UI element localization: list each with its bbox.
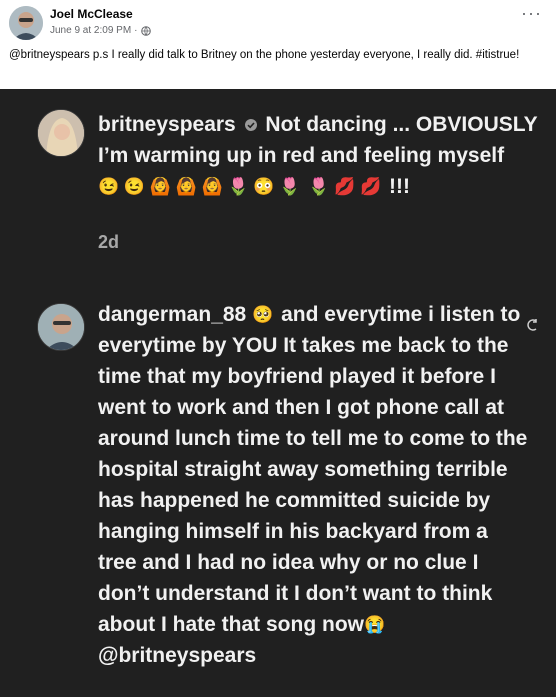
post-image[interactable]: britneyspears Not dancing ... OBVIOUSLY … — [0, 89, 556, 697]
dangerman-avatar — [37, 303, 85, 351]
author-name[interactable]: Joel McClease — [50, 7, 133, 21]
emoji-row-1: 😉 😉 🙆 🙆 🙆 🌷 😳 🌷 — [98, 177, 301, 196]
post-meta: June 9 at 2:09 PM · — [50, 25, 151, 36]
globe-icon — [140, 25, 151, 36]
comment-username[interactable]: britneyspears — [98, 113, 236, 136]
comment-age: 2d — [98, 232, 120, 252]
britneyspears-avatar-image — [38, 110, 84, 156]
emoji-row-2: 🌷 💋 💋 — [308, 177, 382, 196]
comment-text: and everytime i listen to everytime by Y… — [98, 303, 528, 636]
comment-dangerman: dangerman_88 🥺 and everytime i listen to… — [98, 299, 528, 671]
crying-face-emoji: 😭 — [364, 615, 386, 634]
comment-username[interactable]: dangerman_88 — [98, 303, 246, 326]
meta-separator: · — [134, 25, 138, 36]
verified-badge-icon — [244, 119, 257, 131]
pleading-face-emoji: 🥺 — [252, 305, 274, 324]
author-avatar[interactable] — [9, 6, 43, 40]
more-options-icon[interactable]: ··· — [521, 4, 542, 22]
post-timestamp[interactable]: June 9 at 2:09 PM — [50, 25, 131, 36]
post-header: Joel McClease June 9 at 2:09 PM · ··· @b… — [0, 0, 556, 88]
reply-arrow-icon[interactable] — [524, 317, 540, 333]
author-avatar-image — [9, 6, 43, 40]
comment-mention[interactable]: @britneyspears — [98, 644, 256, 667]
comment-britneyspears: britneyspears Not dancing ... OBVIOUSLY … — [98, 109, 538, 202]
post-caption: @britneyspears p.s I really did talk to … — [9, 49, 520, 61]
comment-exclaim: !!! — [389, 175, 411, 198]
britneyspears-avatar — [37, 109, 85, 157]
dangerman-avatar-image — [38, 304, 84, 350]
